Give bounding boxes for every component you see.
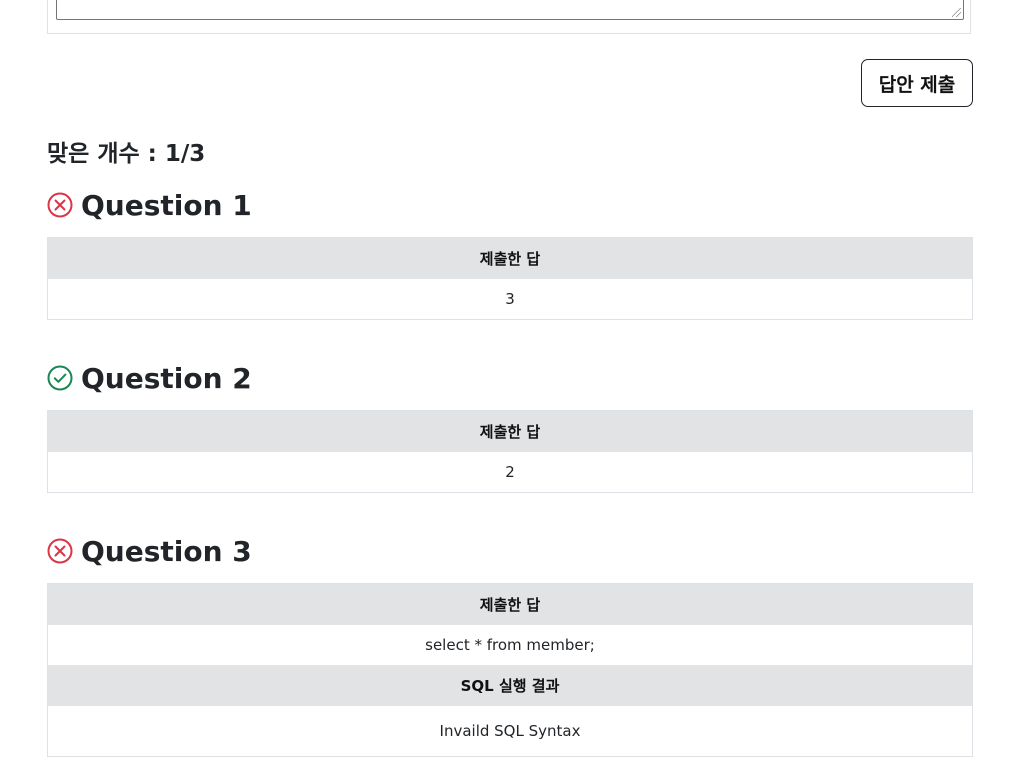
question-header: Question 1	[47, 185, 973, 225]
resize-handle[interactable]	[952, 8, 961, 17]
quiz-result-page: 답안 제출 맞은 개수 : 1/3 Question 1 제출한 답 3 Que…	[0, 0, 1010, 773]
question-1: Question 1 제출한 답 3	[47, 185, 973, 320]
question-2: Question 2 제출한 답 2	[47, 358, 973, 493]
submitted-answer-header: 제출한 답	[48, 238, 972, 279]
answer-table: 제출한 답 select * from member; SQL 실행 결과 In…	[47, 583, 973, 757]
submitted-answer-header: 제출한 답	[48, 411, 972, 452]
answer-table: 제출한 답 3	[47, 237, 973, 320]
question-title: Question 3	[81, 534, 252, 568]
sql-result-header: SQL 실행 결과	[48, 665, 972, 706]
correct-count: 맞은 개수 : 1/3	[47, 141, 206, 167]
submitted-answer-value: 3	[48, 279, 972, 319]
x-circle-icon	[47, 192, 73, 218]
answer-textarea[interactable]	[56, 0, 964, 20]
x-circle-icon	[47, 538, 73, 564]
answer-table: 제출한 답 2	[47, 410, 973, 493]
question-title: Question 2	[81, 361, 252, 395]
submit-answer-button[interactable]: 답안 제출	[861, 59, 973, 107]
question-title: Question 1	[81, 188, 252, 222]
question-header: Question 3	[47, 531, 973, 571]
check-circle-icon	[47, 365, 73, 391]
question-header: Question 2	[47, 358, 973, 398]
submitted-answer-value: select * from member;	[48, 625, 972, 665]
submitted-answer-value: 2	[48, 452, 972, 492]
submitted-answer-header: 제출한 답	[48, 584, 972, 625]
answer-input-container	[47, 0, 971, 34]
sql-result-value: Invaild SQL Syntax	[48, 706, 972, 756]
question-3: Question 3 제출한 답 select * from member; S…	[47, 531, 973, 757]
